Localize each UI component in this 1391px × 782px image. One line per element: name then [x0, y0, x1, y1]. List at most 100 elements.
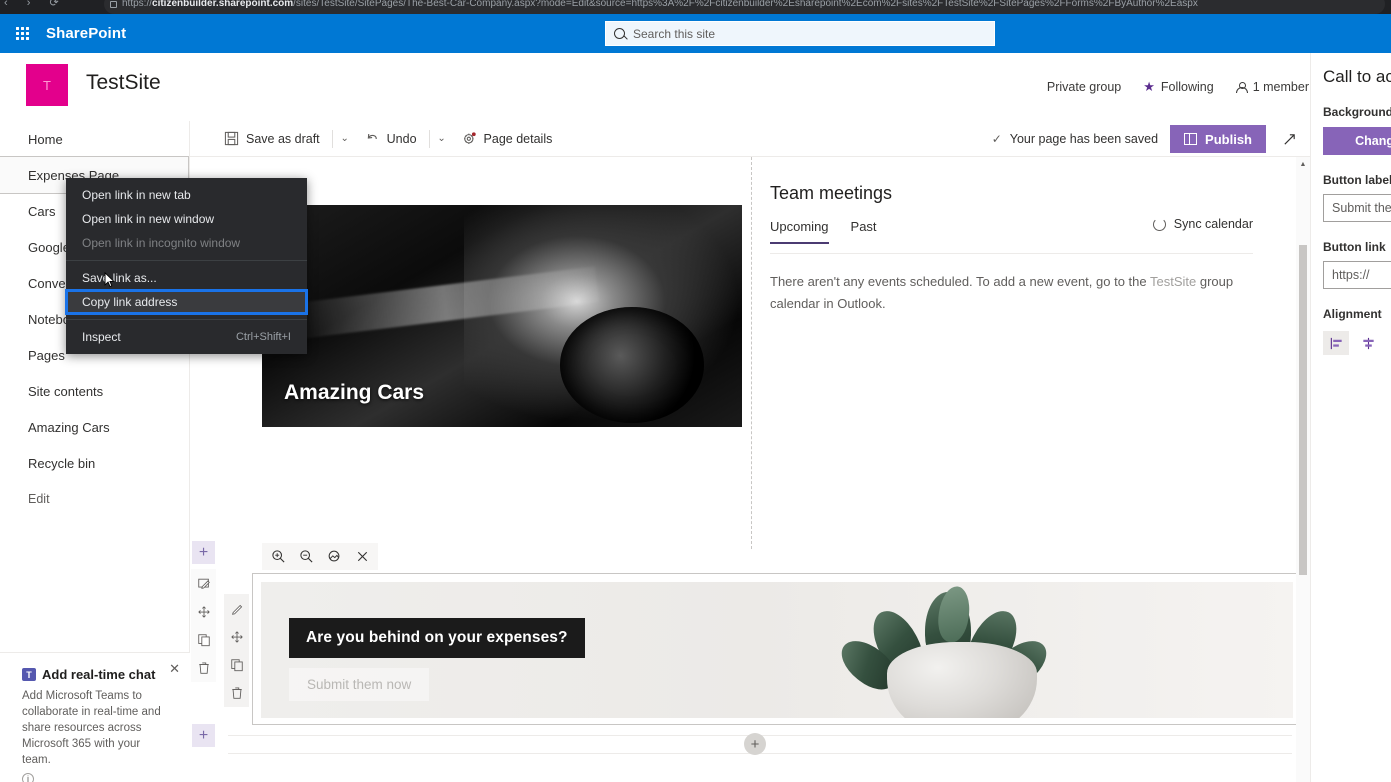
undo-icon — [367, 133, 377, 140]
add-webpart-button-top[interactable]: + — [192, 541, 215, 564]
canvas-column-right[interactable]: Team meetings Upcoming Past Sync calenda… — [753, 157, 1309, 549]
divider — [770, 253, 1253, 254]
page-canvas: Amazing Cars Team meetings Upcoming Past… — [190, 157, 1310, 782]
sharepoint-brand-link[interactable]: SharePoint — [46, 25, 126, 42]
site-header: T TestSite Private group ★ Following 1 m… — [0, 53, 1391, 121]
scroll-up-arrow-icon[interactable]: ▲ — [1296, 157, 1310, 171]
privacy-label: Private group — [1046, 80, 1122, 94]
members-button[interactable]: 1 member — [1236, 80, 1309, 94]
button-label-field[interactable]: Submit them now — [1323, 194, 1391, 222]
sync-calendar-label: Sync calendar — [1173, 217, 1253, 231]
duplicate-icon-inner[interactable] — [225, 653, 248, 676]
events-empty-link[interactable]: TestSite — [1150, 274, 1196, 289]
suite-bar: SharePoint Search this site — [0, 14, 1391, 53]
tab-past[interactable]: Past — [851, 219, 877, 244]
cta-button[interactable]: Submit them now — [289, 668, 430, 701]
tab-upcoming[interactable]: Upcoming — [770, 219, 829, 244]
ctx-inspect[interactable]: Inspect Ctrl+Shift+I — [66, 325, 307, 349]
sidebar-item-amazing-cars[interactable]: Amazing Cars — [0, 409, 189, 445]
chevron-down-icon-save[interactable]: ⌄ — [335, 123, 355, 155]
delete-icon[interactable] — [192, 656, 215, 679]
reset-image-icon[interactable] — [320, 544, 348, 569]
ctx-open-link-new-window[interactable]: Open link in new window — [66, 207, 307, 231]
zoom-in-glyph — [271, 550, 285, 563]
sidebar-item-site-contents[interactable]: Site contents — [0, 373, 189, 409]
expand-icon[interactable] — [1278, 128, 1300, 150]
align-left-icon[interactable] — [1323, 331, 1349, 355]
publish-label: Publish — [1205, 131, 1252, 147]
save-as-draft-button[interactable]: Save as draft — [214, 123, 330, 155]
button-label-label: Button label — [1323, 173, 1391, 187]
sync-calendar-button[interactable]: Sync calendar — [1152, 217, 1253, 231]
ctx-copy-link-address[interactable]: Copy link address — [65, 289, 308, 315]
app-launcher-button[interactable] — [0, 14, 44, 53]
gear-icon — [463, 132, 476, 144]
ctx-open-link-new-tab[interactable]: Open link in new tab — [66, 183, 307, 207]
hero-image-webpart[interactable]: Amazing Cars — [262, 205, 742, 427]
close-icon[interactable] — [348, 544, 376, 569]
add-webpart-button-bottom[interactable]: + — [192, 724, 215, 747]
publish-icon — [1184, 132, 1198, 146]
zoom-in-icon[interactable] — [264, 544, 292, 569]
add-section-button[interactable]: + — [744, 733, 766, 755]
search-placeholder: Search this site — [633, 26, 716, 41]
plant-image — [833, 582, 1093, 718]
browser-context-menu: Open link in new tab Open link in new wi… — [65, 178, 308, 354]
events-empty-text-1: There aren't any events scheduled. To ad… — [770, 274, 1150, 289]
site-logo[interactable]: T — [26, 64, 68, 106]
omnibox[interactable]: https://citizenbuilder.sharepoint.com/si… — [104, 0, 1385, 14]
following-button[interactable]: ★ Following — [1143, 79, 1213, 95]
hero-sheen — [289, 266, 600, 340]
property-pane: Call to action Background Change Button … — [1310, 53, 1391, 782]
divider — [428, 129, 430, 148]
browser-nav-buttons[interactable]: ‹ › ⟳ — [4, 0, 67, 9]
sidebar-item-edit[interactable]: Edit — [0, 481, 189, 517]
zoom-out-glyph — [299, 550, 313, 563]
trash-glyph — [198, 661, 209, 674]
alignment-options — [1323, 331, 1391, 355]
chevron-down-icon-undo[interactable]: ⌄ — [432, 123, 452, 155]
edit-pencil-icon-inner[interactable] — [225, 597, 248, 620]
background-label: Background — [1323, 105, 1391, 119]
refresh-icon — [1152, 217, 1166, 231]
move-icon[interactable] — [192, 600, 215, 623]
undo-button[interactable]: Undo — [355, 123, 427, 155]
search-input[interactable]: Search this site — [605, 21, 995, 46]
align-center-icon[interactable] — [1355, 331, 1381, 355]
align-center-glyph — [1362, 337, 1374, 349]
page-details-button[interactable]: Page details — [452, 123, 563, 155]
call-to-action-webpart[interactable]: Are you behind on your expenses? Submit … — [252, 573, 1302, 725]
sidebar-item-recycle-bin[interactable]: Recycle bin — [0, 445, 189, 481]
waffle-icon — [15, 27, 29, 40]
close-icon[interactable]: ✕ — [169, 661, 180, 677]
cta-headline: Are you behind on your expenses? — [289, 618, 585, 658]
command-bar-right: ✓ Your page has been saved Publish — [992, 121, 1300, 157]
button-link-label: Button link — [1323, 240, 1386, 254]
align-left-glyph — [1330, 337, 1342, 349]
lock-icon — [110, 0, 117, 8]
edit-pencil-icon[interactable] — [192, 572, 215, 595]
pencil-glyph-inner — [231, 604, 242, 615]
search-icon — [614, 28, 625, 39]
callout-title-row: Add real-time chat — [22, 667, 172, 682]
button-link-field[interactable]: https:// — [1323, 261, 1391, 289]
sidebar-item-home[interactable]: Home — [0, 121, 189, 157]
site-title[interactable]: TestSite — [86, 71, 161, 95]
expand-arrow-icon — [1283, 133, 1295, 145]
site-meta: Private group ★ Following 1 member — [1047, 79, 1309, 95]
ctx-save-link-as[interactable]: Save link as... — [66, 266, 307, 290]
ctx-open-link-incognito: Open link in incognito window — [82, 236, 241, 250]
canvas-scrollbar[interactable]: ▲ — [1296, 157, 1310, 782]
undo-label: Undo — [386, 131, 417, 146]
duplicate-glyph-inner — [230, 658, 243, 671]
move-icon-inner[interactable] — [225, 625, 248, 648]
delete-icon-inner[interactable] — [225, 681, 248, 704]
cta-body: Are you behind on your expenses? Submit … — [261, 582, 1293, 718]
info-icon[interactable]: i — [22, 773, 34, 782]
command-bar: Save as draft ⌄ Undo ⌄ Page details ✓ Yo… — [190, 121, 1310, 157]
publish-button[interactable]: Publish — [1170, 125, 1266, 153]
zoom-out-icon[interactable] — [292, 544, 320, 569]
change-background-button[interactable]: Change — [1323, 127, 1391, 155]
scrollbar-thumb[interactable] — [1299, 245, 1307, 575]
duplicate-icon[interactable] — [192, 628, 215, 651]
